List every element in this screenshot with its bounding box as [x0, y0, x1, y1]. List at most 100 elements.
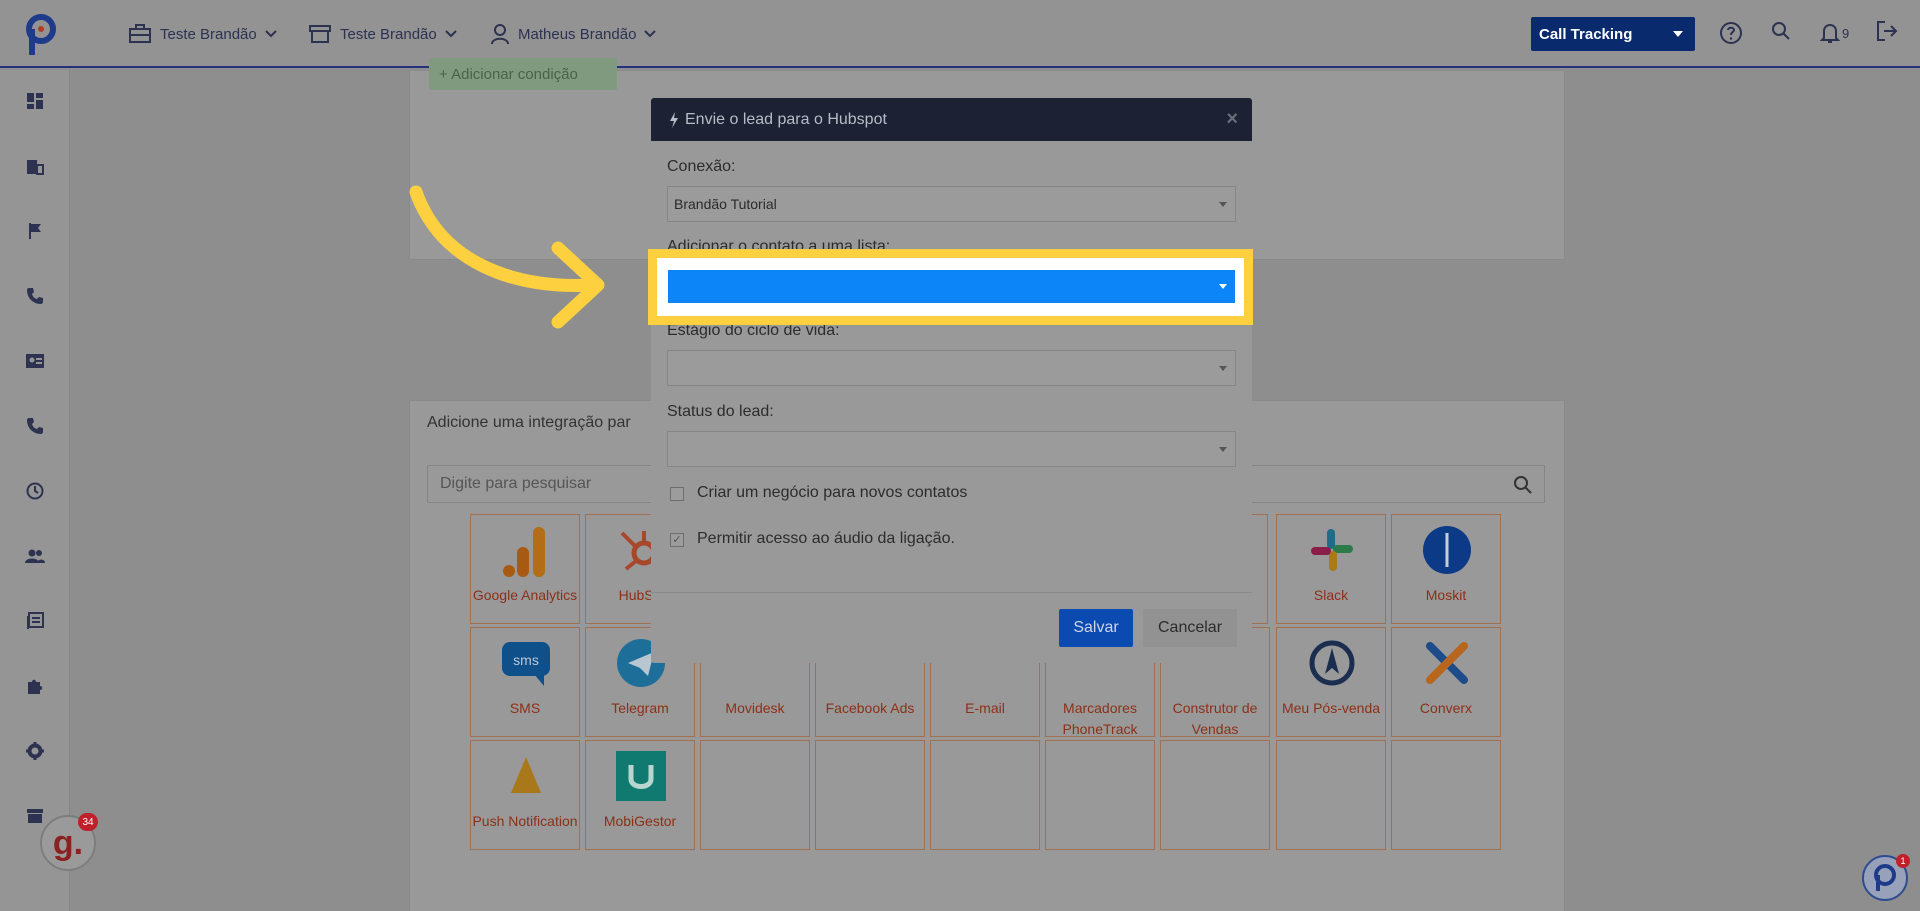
caret-down-icon — [1219, 284, 1227, 289]
clock-icon — [26, 482, 44, 500]
help-button[interactable] — [1718, 20, 1744, 46]
g-widget-letter: g. — [52, 823, 84, 862]
sidebar-item-calls[interactable] — [24, 285, 46, 307]
tile-label: MobiGestor — [603, 813, 677, 829]
puzzle-icon — [28, 679, 43, 694]
logout-button[interactable] — [1874, 18, 1900, 44]
modal-divider — [651, 592, 1252, 593]
users-icon — [25, 549, 45, 563]
connection-select[interactable]: Brandão Tutorial — [667, 186, 1236, 222]
slack-icon — [1311, 529, 1353, 571]
integration-tile-google-analytics[interactable] — [470, 514, 580, 624]
caret-down-icon — [1219, 202, 1227, 207]
integration-search-placeholder: Digite para pesquisar — [440, 475, 592, 492]
integration-tile-sms[interactable]: sms — [470, 627, 580, 737]
integration-tile[interactable] — [1160, 740, 1270, 850]
integration-tile[interactable] — [1391, 740, 1501, 850]
sidebar-item-history[interactable] — [24, 480, 46, 502]
user-icon — [491, 24, 509, 45]
store-selector[interactable]: Teste Brandão — [308, 22, 457, 46]
chat-count: 1 — [1896, 854, 1910, 868]
building-icon — [27, 160, 44, 175]
sidebar-item-reports[interactable] — [24, 610, 46, 632]
audio-access-label: Permitir acesso ao áudio da ligação. — [697, 530, 955, 547]
user-menu[interactable]: Matheus Brandão — [490, 22, 657, 46]
cancel-button[interactable]: Cancelar — [1143, 609, 1237, 647]
tile-label: Facebook Ads — [825, 700, 915, 716]
integration-tile[interactable] — [700, 740, 810, 850]
notifications-button[interactable]: 9 — [1820, 20, 1860, 46]
create-deal-label: Criar um negócio para novos contatos — [697, 484, 968, 501]
list-select[interactable] — [668, 270, 1235, 303]
logout-icon — [1877, 21, 1898, 41]
chevron-down-icon — [445, 30, 457, 38]
product-select-value: Call Tracking — [1539, 25, 1633, 43]
annotation-arrow-icon — [409, 185, 605, 329]
tile-label: Moskit — [1425, 587, 1467, 603]
tile-label: Converx — [1419, 700, 1473, 716]
g-widget-count: 34 — [78, 813, 98, 831]
tile-label: Slack — [1313, 587, 1349, 603]
store-name: Teste Brandão — [340, 25, 437, 43]
add-condition-button[interactable]: + Adicionar condição — [429, 58, 617, 90]
lifecycle-select[interactable] — [667, 350, 1236, 386]
hubspot-modal: Envie o lead para o Hubspot × Conexão: B… — [651, 98, 1252, 663]
tile-label: SMS — [509, 700, 541, 716]
close-icon[interactable]: × — [1226, 108, 1238, 131]
gear-icon — [26, 742, 44, 760]
lead-status-select[interactable] — [667, 431, 1236, 467]
caret-down-icon — [1219, 366, 1227, 371]
integration-tile-mobigestor[interactable] — [585, 740, 695, 850]
converx-icon — [1426, 642, 1468, 684]
sidebar-item-campaigns[interactable] — [24, 220, 46, 242]
sidebar-item-integrations[interactable] — [24, 675, 46, 697]
tile-label: Construtor de Vendas — [1172, 700, 1258, 737]
integration-tile-slack[interactable] — [1276, 514, 1386, 624]
notifications-count: 9 — [1842, 25, 1850, 41]
chevron-down-icon — [265, 30, 277, 38]
sidebar-item-companies[interactable] — [24, 155, 46, 177]
integration-tile[interactable] — [815, 740, 925, 850]
search-icon — [1772, 22, 1790, 40]
top-navbar: Teste Brandão Teste Brandão Matheus Bran… — [0, 0, 1920, 68]
account-selector[interactable]: Teste Brandão — [128, 22, 277, 46]
integration-tile-converx[interactable] — [1391, 627, 1501, 737]
tile-label: Push Notification — [472, 813, 578, 829]
integration-tile[interactable] — [1276, 740, 1386, 850]
search-icon[interactable] — [1512, 474, 1534, 496]
integration-tile[interactable] — [930, 740, 1040, 850]
mobigestor-icon — [616, 751, 666, 801]
google-analytics-icon — [503, 527, 545, 577]
brand-logo[interactable] — [20, 12, 60, 56]
lightning-icon — [670, 111, 678, 128]
tile-label: E-mail — [965, 700, 1005, 716]
audio-access-checkbox[interactable]: ✓ — [670, 533, 684, 547]
search-button[interactable] — [1768, 18, 1794, 44]
briefcase-icon — [129, 24, 151, 43]
phone-icon — [27, 418, 43, 434]
sidebar-item-users[interactable] — [24, 545, 46, 567]
moskit-icon — [1423, 526, 1471, 574]
save-button[interactable]: Salvar — [1059, 609, 1133, 647]
phone-icon — [27, 288, 43, 304]
tile-label: Google Analytics — [472, 587, 578, 603]
push-notification-icon — [511, 757, 541, 793]
tile-label: Movidesk — [725, 700, 785, 716]
sidebar-item-store[interactable] — [24, 805, 46, 827]
connection-label: Conexão: — [667, 158, 736, 175]
svg-text:sms: sms — [513, 652, 539, 668]
tile-label: Marcadores PhoneTrack — [1062, 700, 1138, 737]
integration-tile-push-notification[interactable] — [470, 740, 580, 850]
create-deal-checkbox[interactable] — [670, 487, 684, 501]
sidebar-item-settings[interactable] — [24, 740, 46, 762]
integration-tile-moskit[interactable] — [1391, 514, 1501, 624]
sidebar-item-telephony[interactable] — [24, 415, 46, 437]
integration-tile[interactable] — [1045, 740, 1155, 850]
product-select[interactable]: Call Tracking — [1531, 17, 1695, 51]
tile-label: Meu Pós-venda — [1281, 700, 1381, 716]
integration-tile-meu-pos-venda[interactable] — [1276, 627, 1386, 737]
dashboard-icon — [27, 93, 43, 109]
caret-down-icon — [1219, 447, 1227, 452]
sidebar-item-contacts[interactable] — [24, 350, 46, 372]
sidebar-item-dashboard[interactable] — [24, 90, 46, 112]
